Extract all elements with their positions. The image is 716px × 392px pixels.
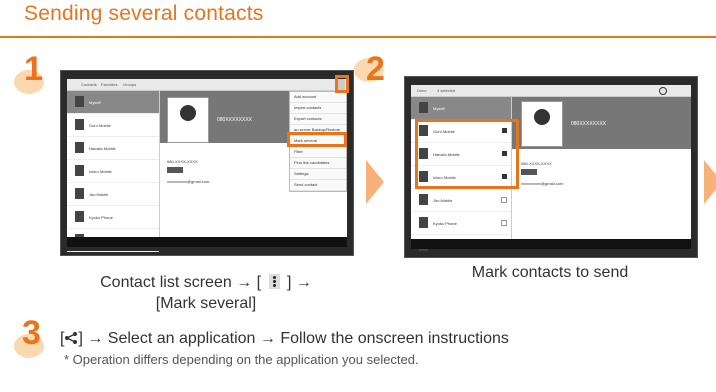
contact-list: Myself Goro Mobile Hanako Mobile Ichiro … [67, 91, 160, 252]
highlight-menu-icon [335, 75, 349, 93]
checkbox[interactable] [501, 220, 507, 226]
step-3-number: 3 [22, 314, 41, 352]
list-item[interactable]: Kyoko Phone [67, 206, 159, 229]
highlight-selected-contacts [415, 119, 519, 189]
page-title: Sending several contacts [24, 2, 264, 25]
menu-item[interactable]: Add account [290, 92, 346, 103]
list-item[interactable]: Myself [67, 91, 159, 114]
screenshot-mark-contacts: Done 3 selected Myself Goro Mobile Hanak… [404, 76, 698, 258]
menu-item[interactable]: Settings [290, 169, 346, 180]
list-item[interactable]: Goro Mobile [67, 114, 159, 137]
menu-item[interactable]: Send contact [290, 180, 346, 191]
step-3-text: [] → Select an application → Follow the … [60, 330, 509, 347]
highlight-mark-several [287, 132, 347, 147]
menu-item[interactable]: Filter [290, 147, 346, 158]
share-icon [65, 332, 78, 344]
selected-count: 3 selected [437, 88, 456, 93]
list-item[interactable]: Jiro Mobile [411, 189, 511, 212]
step-2-caption: Mark contacts to send [471, 264, 629, 281]
step-2-number: 2 [366, 50, 385, 88]
menu-icon [268, 274, 280, 289]
list-item[interactable]: Hanako Mobile [67, 137, 159, 160]
contact-photo [167, 97, 209, 143]
title-rule [0, 36, 716, 38]
nav-bar [67, 237, 347, 247]
step-1-number: 1 [24, 50, 43, 88]
list-item[interactable]: Jiro Mobile [67, 183, 159, 206]
done-button[interactable]: Done [417, 88, 427, 93]
share-icon[interactable] [659, 87, 667, 95]
contact-number: 080XXXXXXXX [571, 121, 607, 127]
detail-mobile: 080-XXXX-XXXX [521, 161, 552, 166]
checkbox[interactable] [501, 197, 507, 203]
nav-bar [411, 239, 691, 249]
list-item[interactable]: Myself [411, 97, 511, 120]
list-item[interactable]: Kyoko Phone [411, 212, 511, 235]
detail-mobile: 080-XXXX-XXXX [167, 159, 198, 164]
tab-favorites[interactable]: Favorites [101, 82, 117, 87]
arrow-right-icon [704, 160, 716, 204]
screenshot-contact-list: Contacts Favorites Groups Myself Goro Mo… [60, 70, 354, 256]
menu-item[interactable]: Export contacts [290, 114, 346, 125]
email-button[interactable] [167, 167, 183, 173]
contact-list-screen: Contacts Favorites Groups Myself Goro Mo… [67, 79, 347, 252]
step-1-caption: Contact list screen → [ ] → [Mark severa… [100, 274, 312, 312]
list-item[interactable]: Ichiro Mobile [67, 160, 159, 183]
step-3-note: * Operation differs depending on the app… [64, 352, 419, 367]
menu-item[interactable]: Find link candidates [290, 158, 346, 169]
selection-bar: Done 3 selected [411, 85, 691, 97]
menu-item[interactable]: Import contacts [290, 103, 346, 114]
app-tabbar: Contacts Favorites Groups [67, 79, 347, 91]
contact-number: 080XXXXXXXX [217, 117, 253, 123]
tab-groups[interactable]: Groups [123, 82, 136, 87]
detail-email: xxxxxxxxxx@gmail.com [167, 179, 210, 184]
tab-contacts[interactable]: Contacts [81, 82, 97, 87]
detail-email: xxxxxxxxxx@gmail.com [521, 181, 564, 186]
contact-photo [521, 101, 563, 147]
arrow-right-icon [366, 160, 384, 204]
email-button[interactable] [521, 169, 537, 175]
